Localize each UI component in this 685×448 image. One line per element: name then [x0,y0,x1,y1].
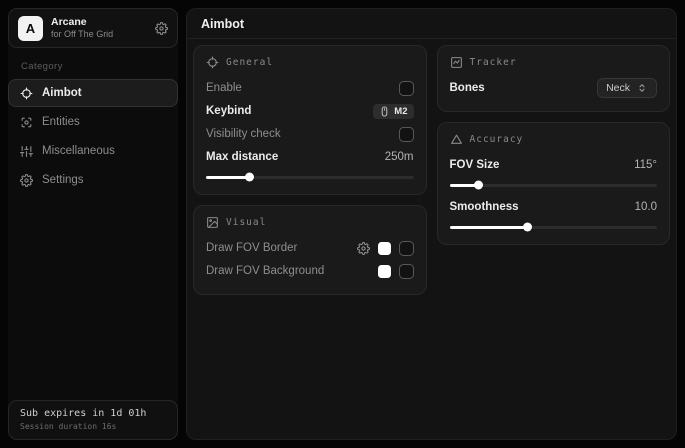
smoothness-label: Smoothness [450,201,635,213]
app-logo: A [18,16,43,41]
fov-background-label: Draw FOV Background [206,265,370,277]
category-label: Category [21,61,165,72]
fov-border-checkbox[interactable] [399,241,414,256]
sidebar-item-label: Aimbot [42,87,82,99]
chevrons-up-down-icon [636,82,648,94]
right-column: Tracker Bones Neck Accuracy [437,45,671,245]
page-title: Aimbot [201,17,244,31]
main-content: General Enable Keybind M2 V [187,39,676,439]
max-distance-slider[interactable] [206,172,414,182]
card-general-header: General [206,56,414,69]
enable-label: Enable [206,82,391,94]
fov-background-row: Draw FOV Background [206,260,414,282]
sidebar-item-label: Settings [42,174,84,186]
card-header-label: General [226,57,273,68]
card-visual: Visual Draw FOV Border Draw FOV Backgrou… [193,205,427,295]
card-accuracy: Accuracy FOV Size 115° [437,122,671,245]
slider-fill [206,176,250,179]
max-distance-value: 250m [385,151,414,163]
sub-expiry-text: Sub expires in 1d 01h [20,408,166,419]
fov-size-slider[interactable] [450,180,658,190]
card-general: General Enable Keybind M2 V [193,45,427,195]
slider-fill [450,184,479,187]
scan-icon [20,116,33,129]
bones-select[interactable]: Neck [597,78,657,98]
bones-value: Neck [606,82,630,94]
enable-row: Enable [206,77,414,99]
sidebar-item-aimbot[interactable]: Aimbot [8,79,178,107]
slider-track [450,184,658,187]
max-distance-row: Max distance 250m [206,146,414,168]
crosshair-icon [20,87,33,100]
card-header-label: Tracker [470,57,517,68]
smoothness-row: Smoothness 10.0 [450,196,658,218]
slider-thumb[interactable] [474,181,483,190]
app-name: Arcane [51,16,147,28]
fov-size-label: FOV Size [450,159,635,171]
gear-icon[interactable] [155,22,168,35]
sidebar-item-entities[interactable]: Entities [8,108,178,136]
app-meta: Arcane for Off The Grid [51,16,147,39]
fov-border-label: Draw FOV Border [206,242,349,254]
keybind-value: M2 [394,106,407,117]
sidebar: A Arcane for Off The Grid Category Aimbo… [8,8,178,440]
card-tracker: Tracker Bones Neck [437,45,671,112]
sidebar-item-miscellaneous[interactable]: Miscellaneous [8,137,178,165]
keybind-row: Keybind M2 [206,100,414,122]
triangle-icon [450,133,463,146]
keybind-label: Keybind [206,105,373,117]
gear-icon[interactable] [357,242,370,255]
bones-label: Bones [450,82,598,94]
tracker-icon [450,56,463,69]
app-subtitle: for Off The Grid [51,29,147,39]
fov-background-checkbox[interactable] [399,264,414,279]
main-panel: Aimbot General Enable Keybind [186,8,677,440]
card-header-label: Visual [226,217,266,228]
app-header-card: A Arcane for Off The Grid [8,8,178,48]
sidebar-nav: Aimbot Entities Miscellaneous Settings [8,79,178,194]
app-window: A Arcane for Off The Grid Category Aimbo… [0,0,685,448]
bones-row: Bones Neck [450,77,658,99]
max-distance-label: Max distance [206,151,385,163]
fov-background-color-swatch[interactable] [378,265,391,278]
mouse-icon [379,106,390,117]
slider-track [206,176,414,179]
slider-thumb[interactable] [245,173,254,182]
fov-border-row: Draw FOV Border [206,237,414,259]
card-accuracy-header: Accuracy [450,133,658,146]
card-tracker-header: Tracker [450,56,658,69]
slider-thumb[interactable] [523,223,532,232]
sliders-icon [20,145,33,158]
slider-track [450,226,658,229]
enable-checkbox[interactable] [399,81,414,96]
sidebar-item-label: Entities [42,116,80,128]
main-header: Aimbot [187,9,676,39]
smoothness-slider[interactable] [450,222,658,232]
smoothness-value: 10.0 [635,201,657,213]
gear-icon [20,174,33,187]
session-duration-text: Session duration 16s [20,422,166,431]
fov-border-color-swatch[interactable] [378,242,391,255]
image-icon [206,216,219,229]
subscription-card: Sub expires in 1d 01h Session duration 1… [8,400,178,440]
left-column: General Enable Keybind M2 V [193,45,427,295]
fov-size-value: 115° [634,159,657,171]
card-header-label: Accuracy [470,134,524,145]
sidebar-spacer [8,194,178,400]
crosshair-icon [206,56,219,69]
visibility-check-row: Visibility check [206,123,414,145]
sidebar-item-settings[interactable]: Settings [8,166,178,194]
slider-fill [450,226,529,229]
visibility-checkbox[interactable] [399,127,414,142]
sidebar-item-label: Miscellaneous [42,145,115,157]
keybind-badge[interactable]: M2 [373,104,413,119]
card-visual-header: Visual [206,216,414,229]
visibility-check-label: Visibility check [206,128,391,140]
fov-size-row: FOV Size 115° [450,154,658,176]
